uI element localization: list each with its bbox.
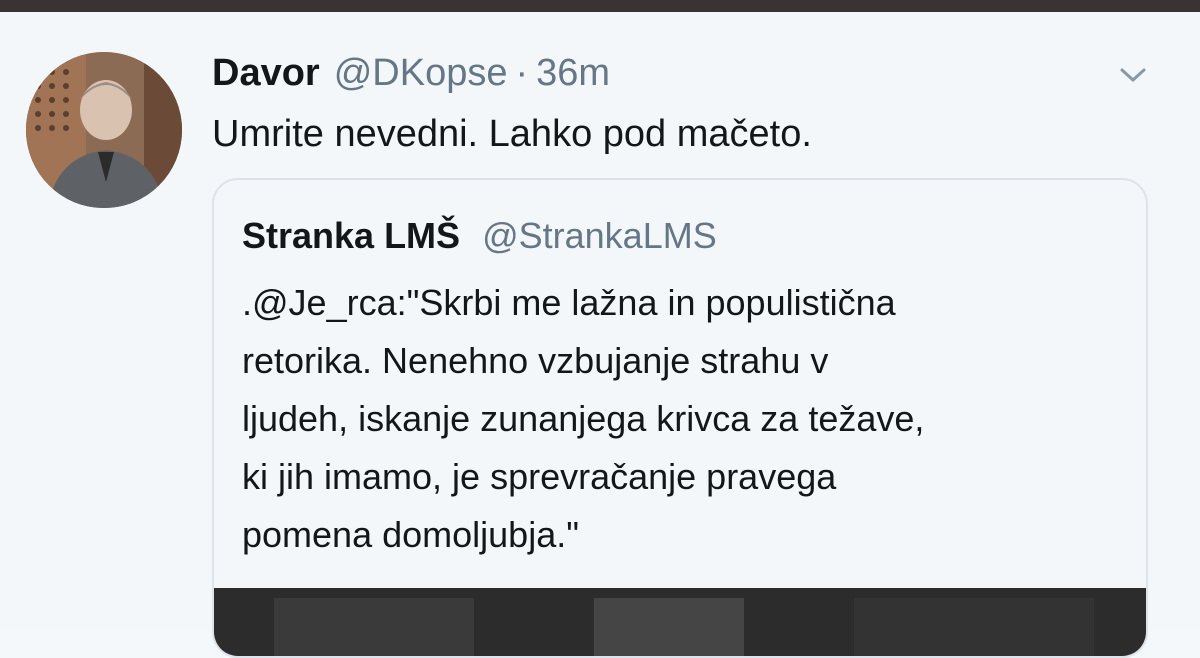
quoted-text-line: retorika. Nenehno vzbujanje strahu v (242, 340, 829, 381)
author-handle[interactable]: @DKopse (334, 50, 508, 96)
tweet-card[interactable]: Davor @DKopse · 36m Umrite nevedni. Lahk… (0, 12, 1200, 658)
tweet-text: Umrite nevedni. Lahko pod mačeto. (212, 113, 812, 155)
quoted-author-handle: @StrankaLMS (482, 215, 717, 256)
window-top-bar (0, 0, 1200, 12)
chevron-down-icon[interactable] (1116, 60, 1150, 90)
avatar[interactable] (26, 52, 182, 208)
quoted-text-line: ljudeh, iskanje zunanjega krivca za teža… (242, 398, 925, 439)
avatar-photo (26, 52, 182, 208)
tweet-header: Davor @DKopse · 36m (212, 50, 610, 96)
media-dark-region (594, 598, 744, 656)
quoted-tweet-media[interactable] (214, 588, 1146, 656)
quoted-text-line: ki jih imamo, je sprevračanje pravega (242, 456, 837, 497)
quoted-tweet-header: Stranka LMŠ @StrankaLMS (242, 214, 717, 258)
tweet-timestamp[interactable]: 36m (536, 50, 610, 96)
separator-dot: · (515, 52, 529, 94)
quoted-author-name: Stranka LMŠ (242, 215, 461, 256)
media-dark-region (274, 598, 474, 656)
quoted-tweet-text: .@Je_rca:"Skrbi me lažna in populistična… (242, 274, 1122, 564)
quoted-tweet[interactable]: Stranka LMŠ @StrankaLMS .@Je_rca:"Skrbi … (212, 178, 1148, 658)
media-dark-region (854, 598, 1094, 656)
quoted-text-line: .@Je_rca:"Skrbi me lažna in populistična (242, 282, 896, 323)
quoted-text-line: pomena domoljubja." (242, 514, 579, 555)
author-name[interactable]: Davor (212, 50, 320, 96)
